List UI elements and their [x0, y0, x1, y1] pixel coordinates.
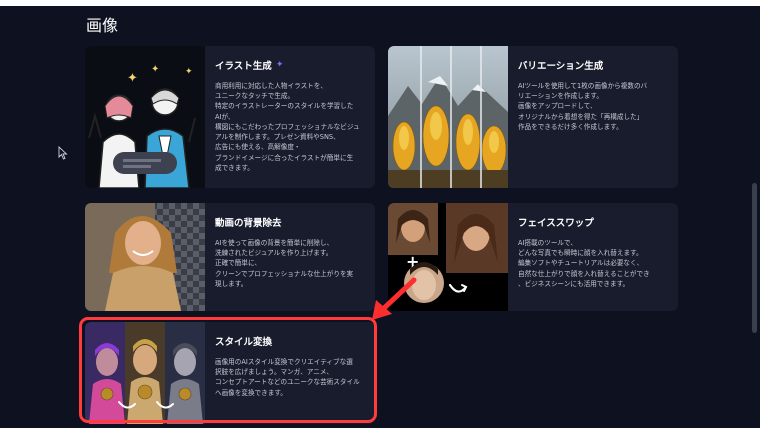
section-title: 画像	[86, 16, 119, 35]
red-arrow-icon	[372, 277, 417, 320]
highlight-box	[79, 317, 377, 423]
feature-card-variation[interactable]: バリエーション生成 AIツールを使用して1枚の画像から複数のバ リエーションを作…	[388, 46, 678, 188]
svg-text:✦: ✦	[151, 64, 159, 75]
feature-card-illustration[interactable]: ✦ ✦ ✦ イラスト生成 ✦ 商用利用に対応した人物イラストを、 ユニークなタッ…	[85, 46, 375, 188]
svg-text:✦: ✦	[127, 71, 138, 86]
card-description: AIを使って画像の背景を簡単に削除し、 洗練されたビジュアルを作り上げます。 正…	[215, 239, 354, 288]
card-title: 動画の背景除去	[215, 218, 282, 229]
feature-card-face-swap[interactable]: + フェイススワップ AI搭載のツールで、 どんな写真でも瞬時に顔を入れ替えます…	[388, 203, 678, 311]
card-title: イラスト生成 ✦	[215, 60, 284, 72]
card-description: 商用利用に対応した人物イラストを、 ユニークなタッチで生成。 特定のイラストレー…	[215, 82, 360, 172]
card-description: AI搭載のツールで、 どんな写真でも瞬時に顔を入れ替えます。 編集ソフトやチュー…	[518, 239, 650, 288]
illustration-thumbnail: ✦ ✦ ✦	[85, 46, 205, 188]
background-removal-thumbnail	[85, 203, 205, 311]
card-title: フェイススワップ	[518, 218, 594, 229]
sparkle-icon: ✦	[275, 60, 284, 70]
feature-card-background-removal[interactable]: 動画の背景除去 AIを使って画像の背景を簡単に削除し、 洗練されたビジュアルを作…	[85, 203, 375, 311]
mouse-cursor-icon	[58, 146, 68, 160]
variation-thumbnail	[388, 46, 508, 188]
browser-top-bar	[0, 0, 760, 6]
card-description: AIツールを使用して1枚の画像から複数のバ リエーションを作成します。 画像をア…	[518, 82, 648, 131]
svg-text:✦: ✦	[185, 67, 193, 77]
card-title: バリエーション生成	[518, 61, 604, 72]
scrollbar-thumb[interactable]	[752, 183, 757, 333]
